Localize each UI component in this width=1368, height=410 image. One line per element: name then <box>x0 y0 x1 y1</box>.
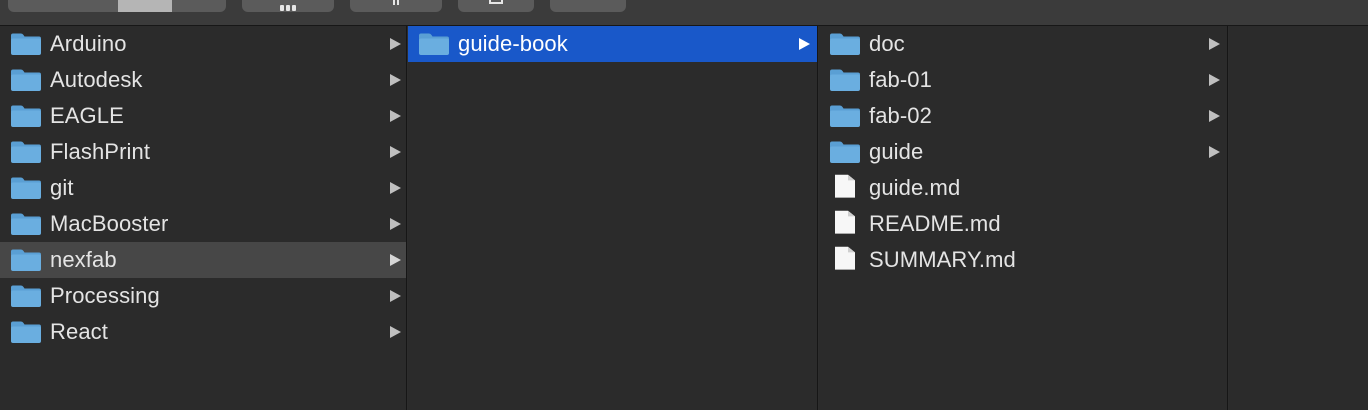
document-icon <box>829 174 861 202</box>
folder-icon <box>418 32 450 56</box>
folder-item-git[interactable]: git <box>0 170 406 206</box>
folder-item-autodesk[interactable]: Autodesk <box>0 62 406 98</box>
item-label: Arduino <box>50 31 127 56</box>
view-icons-button[interactable] <box>8 0 64 12</box>
folder-item-macbooster[interactable]: MacBooster <box>0 206 406 242</box>
folder-item-nexfab[interactable]: nexfab <box>0 242 406 278</box>
folder-icon <box>829 104 861 128</box>
group-grid-icon <box>279 0 297 11</box>
folder-icon <box>10 32 42 56</box>
folder-icon <box>10 140 42 164</box>
item-label: README.md <box>869 211 1001 236</box>
folder-item-arduino[interactable]: Arduino <box>0 26 406 62</box>
item-label: doc <box>869 31 905 56</box>
disclosure-arrow-icon <box>390 110 401 122</box>
item-label: EAGLE <box>50 103 124 128</box>
folder-icon <box>829 68 861 92</box>
item-label: React <box>50 319 108 344</box>
view-list-button[interactable] <box>64 0 118 12</box>
browser-column-3[interactable]: doc fab-01 fab-02 guide guide.md README.md SUM… <box>819 26 1228 410</box>
share-icon <box>391 0 401 5</box>
item-label: nexfab <box>50 247 117 272</box>
item-label: guide.md <box>869 175 961 200</box>
file-item-summary-md[interactable]: SUMMARY.md <box>819 242 1227 278</box>
file-item-guide-md[interactable]: guide.md <box>819 170 1227 206</box>
folder-icon <box>10 248 42 272</box>
disclosure-arrow-icon <box>390 326 401 338</box>
item-label: guide-book <box>458 31 568 56</box>
folder-item-guide-book[interactable]: guide-book <box>408 26 817 62</box>
view-gallery-button[interactable] <box>172 0 226 12</box>
file-item-readme-md[interactable]: README.md <box>819 206 1227 242</box>
folder-icon <box>10 104 42 128</box>
folder-item-fab-01[interactable]: fab-01 <box>819 62 1227 98</box>
folder-icon <box>10 212 42 236</box>
column-1-list: Arduino Autodesk EAGLE FlashPrint git MacBoos… <box>0 26 406 350</box>
folder-item-guide[interactable]: guide <box>819 134 1227 170</box>
item-label: Autodesk <box>50 67 143 92</box>
browser-column-4[interactable] <box>1229 26 1368 410</box>
item-label: git <box>50 175 74 200</box>
tags-button[interactable] <box>458 0 534 12</box>
item-label: guide <box>869 139 924 164</box>
disclosure-arrow-icon <box>1209 110 1220 122</box>
disclosure-arrow-icon <box>1209 146 1220 158</box>
disclosure-arrow-icon <box>1209 38 1220 50</box>
disclosure-arrow-icon <box>390 74 401 86</box>
document-icon <box>829 210 861 238</box>
folder-item-doc[interactable]: doc <box>819 26 1227 62</box>
folder-icon <box>10 284 42 308</box>
disclosure-arrow-icon <box>390 182 401 194</box>
item-label: MacBooster <box>50 211 169 236</box>
disclosure-arrow-icon <box>390 38 401 50</box>
item-label: FlashPrint <box>50 139 151 164</box>
column-2-list: guide-book <box>408 26 817 62</box>
item-label: SUMMARY.md <box>869 247 1016 272</box>
disclosure-arrow-icon <box>1209 74 1220 86</box>
disclosure-arrow-icon <box>390 290 401 302</box>
item-label: fab-02 <box>869 103 932 128</box>
disclosure-arrow-icon <box>799 38 810 50</box>
disclosure-arrow-icon <box>390 146 401 158</box>
folder-icon <box>829 140 861 164</box>
document-icon <box>829 246 861 274</box>
column-3-list: doc fab-01 fab-02 guide guide.md README.md SUM… <box>819 26 1227 278</box>
group-button[interactable] <box>242 0 334 12</box>
tag-icon <box>489 0 503 4</box>
browser-column-1[interactable]: Arduino Autodesk EAGLE FlashPrint git MacBoos… <box>0 26 407 410</box>
disclosure-arrow-icon <box>390 254 401 266</box>
action-button[interactable] <box>550 0 626 12</box>
finder-window: Arduino Autodesk EAGLE FlashPrint git MacBoos… <box>0 0 1368 410</box>
folder-item-fab-02[interactable]: fab-02 <box>819 98 1227 134</box>
folder-icon <box>10 176 42 200</box>
folder-icon <box>829 32 861 56</box>
toolbar <box>0 0 1368 26</box>
folder-item-react[interactable]: React <box>0 314 406 350</box>
disclosure-arrow-icon <box>390 218 401 230</box>
folder-item-processing[interactable]: Processing <box>0 278 406 314</box>
folder-icon <box>10 320 42 344</box>
view-columns-button[interactable] <box>118 0 172 12</box>
folder-icon <box>10 68 42 92</box>
folder-item-eagle[interactable]: EAGLE <box>0 98 406 134</box>
item-label: Processing <box>50 283 160 308</box>
folder-item-flashprint[interactable]: FlashPrint <box>0 134 406 170</box>
share-button[interactable] <box>350 0 442 12</box>
item-label: fab-01 <box>869 67 932 92</box>
browser-column-2[interactable]: guide-book <box>408 26 818 410</box>
